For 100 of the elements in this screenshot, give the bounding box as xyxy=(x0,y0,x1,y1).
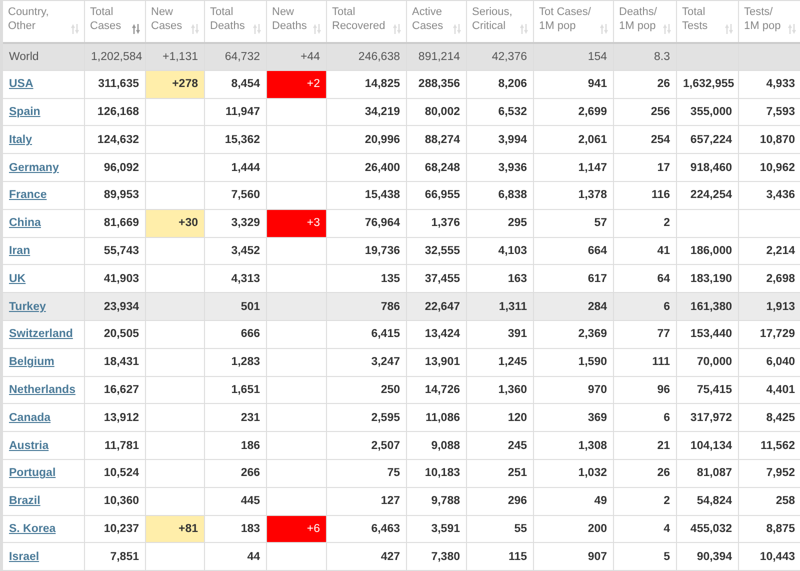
country-link[interactable]: Brazil xyxy=(9,495,40,508)
table-cell: 161,380 xyxy=(676,292,738,320)
table-cell: 918,460 xyxy=(676,154,738,182)
sort-icon[interactable] xyxy=(313,24,321,34)
country-link[interactable]: China xyxy=(9,217,41,230)
sort-icon[interactable] xyxy=(71,24,79,34)
table-cell: 3,247 xyxy=(326,348,406,376)
country-link[interactable]: Israel xyxy=(9,550,40,563)
table-cell: 64,732 xyxy=(204,42,266,70)
country-link[interactable]: Italy xyxy=(9,134,32,146)
table-cell: +1,131 xyxy=(146,42,204,70)
table-cell: 2,369 xyxy=(534,320,614,348)
table-cell: 66,955 xyxy=(406,181,466,210)
table-cell: 15,438 xyxy=(326,181,406,210)
table-cell: 75 xyxy=(326,459,406,488)
table-cell: 6,415 xyxy=(326,320,406,348)
table-cell: 22,647 xyxy=(406,292,466,320)
table-cell: 1,283 xyxy=(204,348,266,376)
table-cell: 26 xyxy=(614,70,676,98)
table-cell: 9,788 xyxy=(406,487,466,516)
sort-icon[interactable] xyxy=(788,24,796,34)
country-link[interactable]: Turkey xyxy=(9,300,46,313)
table-cell: 89,953 xyxy=(84,181,146,210)
table-cell: 104,134 xyxy=(676,432,738,460)
sort-icon[interactable] xyxy=(453,24,461,34)
table-cell: 6,838 xyxy=(466,181,534,210)
sort-icon[interactable] xyxy=(600,24,608,34)
table-cell: 786 xyxy=(326,292,406,320)
table-cell: 127 xyxy=(326,487,406,516)
table-cell: +30 xyxy=(146,209,204,238)
table-cell: 2,507 xyxy=(326,432,406,460)
table-cell: 666 xyxy=(204,320,266,348)
table-cell: 10,183 xyxy=(406,459,466,488)
table-cell: 7,560 xyxy=(204,181,266,210)
country-link[interactable]: USA xyxy=(9,78,34,90)
table-cell: 10,524 xyxy=(84,459,146,488)
table-cell: 1,308 xyxy=(534,432,614,460)
country-link[interactable]: Iran xyxy=(9,244,30,257)
table-cell: 501 xyxy=(204,292,266,320)
table-cell: 2 xyxy=(614,209,676,238)
sort-icon[interactable] xyxy=(663,24,671,34)
table-cell: 8,206 xyxy=(466,70,534,98)
table-cell: 1,632,955 xyxy=(676,70,738,98)
table-cell: 5 xyxy=(614,542,676,571)
table-cell: +44 xyxy=(266,42,326,70)
table-cell: 14,825 xyxy=(326,70,406,98)
table-cell: +6 xyxy=(266,515,326,543)
table-cell: 2 xyxy=(614,487,676,516)
table-cell: 1,378 xyxy=(534,181,614,210)
country-link[interactable]: UK xyxy=(9,272,26,285)
sort-icon[interactable] xyxy=(520,24,528,34)
table-cell: 296 xyxy=(466,487,534,516)
table-cell: 391 xyxy=(466,320,534,348)
table-cell: +278 xyxy=(146,70,204,98)
table-cell: 13,901 xyxy=(406,348,466,376)
table-cell: 13,424 xyxy=(406,320,466,348)
table-cell: 90,394 xyxy=(676,542,738,571)
table-cell: 49 xyxy=(534,487,614,516)
table-cell: 21 xyxy=(614,432,676,460)
table-cell: 6 xyxy=(614,292,676,320)
table-cell: 1,444 xyxy=(204,154,266,182)
table-cell: 18,431 xyxy=(84,348,146,376)
table-cell: 17 xyxy=(614,154,676,182)
sort-icon[interactable] xyxy=(132,24,140,34)
table-cell: 26 xyxy=(614,459,676,488)
table-cell: 8.3 xyxy=(614,42,676,70)
table-cell: 96,092 xyxy=(84,154,146,182)
table-cell: 295 xyxy=(466,209,534,238)
table-cell: 186 xyxy=(204,432,266,460)
table-cell: 1,245 xyxy=(466,348,534,376)
table-cell: 427 xyxy=(326,542,406,571)
table-cell: 7,851 xyxy=(84,542,146,571)
sort-icon[interactable] xyxy=(253,24,261,34)
table-cell: 9,088 xyxy=(406,432,466,460)
world-label: World xyxy=(9,50,39,63)
table-cell: 10,360 xyxy=(84,487,146,516)
table-cell: 246,638 xyxy=(326,42,406,70)
table-cell: 115 xyxy=(466,542,534,571)
table-cell: 116 xyxy=(614,181,676,210)
sort-icon[interactable] xyxy=(191,24,199,34)
table-cell: 224,254 xyxy=(676,181,738,210)
table-cell: 251 xyxy=(466,459,534,488)
table-cell: 3,936 xyxy=(466,154,534,182)
table-cell: 1,147 xyxy=(534,154,614,182)
table-cell: 1,202,584 xyxy=(84,42,146,70)
table-cell: 20,505 xyxy=(84,320,146,348)
table-cell: 266 xyxy=(204,459,266,488)
table-cell: 1,590 xyxy=(534,348,614,376)
sort-icon[interactable] xyxy=(725,24,733,34)
table-cell: +81 xyxy=(146,515,204,543)
table-cell: 907 xyxy=(534,542,614,571)
table-cell: 245 xyxy=(466,432,534,460)
table-cell: 153,440 xyxy=(676,320,738,348)
table-cell: 288,356 xyxy=(406,70,466,98)
table-cell: 70,000 xyxy=(676,348,738,376)
table-cell: 68,248 xyxy=(406,154,466,182)
table-cell: 445 xyxy=(204,487,266,516)
sort-icon[interactable] xyxy=(393,24,401,34)
table-cell: 891,214 xyxy=(406,42,466,70)
country-link[interactable]: Spain xyxy=(9,106,40,118)
